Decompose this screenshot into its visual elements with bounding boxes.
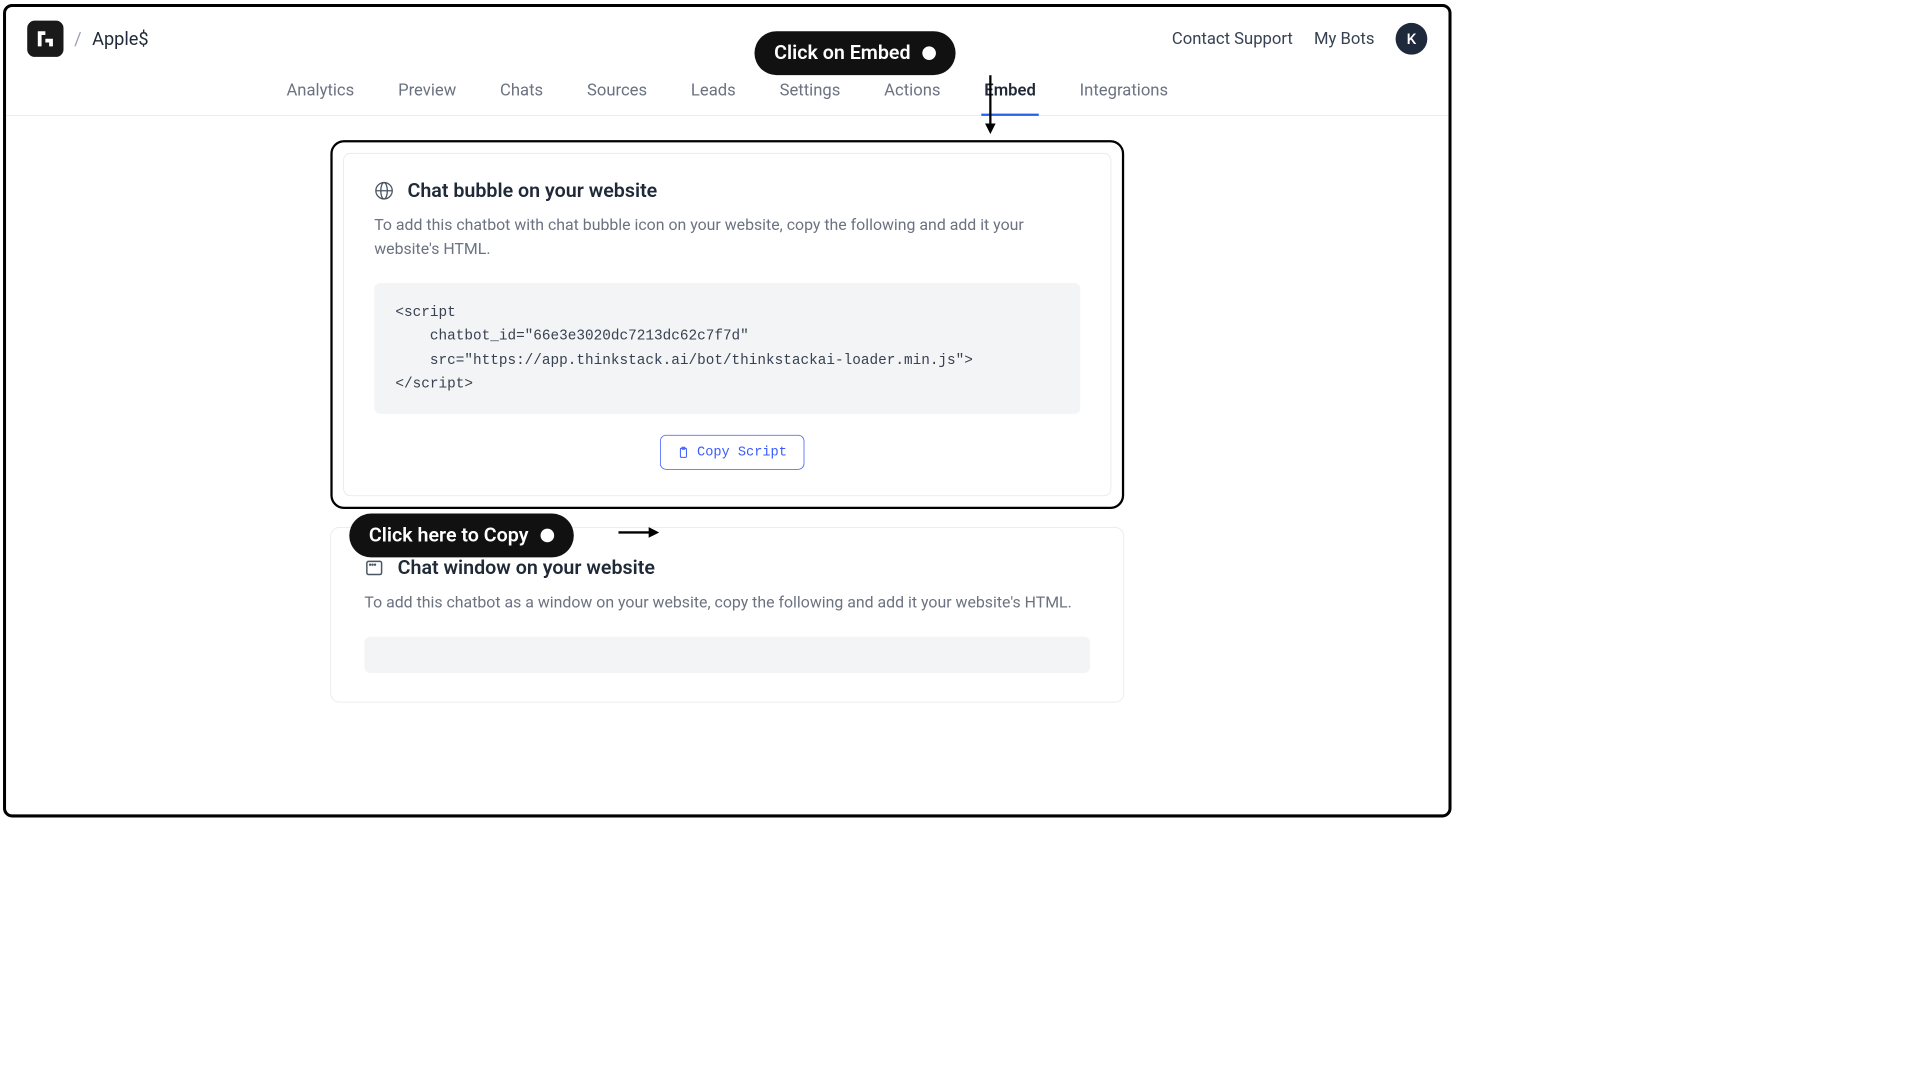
- tab-preview[interactable]: Preview: [395, 71, 459, 116]
- tab-sources[interactable]: Sources: [584, 71, 650, 116]
- header-left: / Apple$: [27, 21, 148, 57]
- code-snippet: <script chatbot_id="66e3e3020dc7213dc62c…: [374, 283, 1080, 414]
- card-title: Chat bubble on your website: [407, 179, 657, 202]
- copy-script-label: Copy Script: [697, 445, 787, 460]
- callout-copy: Click here to Copy: [349, 514, 574, 558]
- card-header: Chat window on your website: [364, 557, 1090, 580]
- tab-integrations[interactable]: Integrations: [1077, 71, 1171, 116]
- callout-dot: [923, 46, 937, 60]
- window-icon: [364, 558, 384, 578]
- card-description: To add this chatbot as a window on your …: [364, 592, 1090, 616]
- contact-support-link[interactable]: Contact Support: [1172, 29, 1293, 48]
- arrow-right-icon: [618, 525, 659, 540]
- code-snippet-placeholder: [364, 637, 1090, 673]
- callout-copy-text: Click here to Copy: [369, 524, 529, 547]
- copy-script-button[interactable]: Copy Script: [660, 435, 804, 470]
- tab-leads[interactable]: Leads: [688, 71, 739, 116]
- tab-actions[interactable]: Actions: [881, 71, 943, 116]
- content: Chat bubble on your website To add this …: [6, 116, 1448, 727]
- card-header: Chat bubble on your website: [374, 179, 1080, 202]
- card-description: To add this chatbot with chat bubble ico…: [374, 214, 1080, 262]
- logo[interactable]: [27, 21, 63, 57]
- globe-icon: [374, 181, 394, 201]
- tab-chats[interactable]: Chats: [497, 71, 546, 116]
- callout-embed-text: Click on Embed: [774, 42, 910, 65]
- tabs: Analytics Preview Chats Sources Leads Se…: [6, 71, 1448, 116]
- clipboard-icon: [677, 446, 689, 460]
- arrow-down-icon: [983, 75, 998, 134]
- logo-icon: [33, 27, 57, 51]
- callout-embed: Click on Embed: [754, 31, 955, 75]
- tab-settings[interactable]: Settings: [777, 71, 844, 116]
- header: / Apple$ Contact Support My Bots K: [6, 7, 1448, 71]
- callout-dot: [541, 529, 555, 543]
- bot-name[interactable]: Apple$: [92, 28, 148, 49]
- tab-analytics[interactable]: Analytics: [283, 71, 357, 116]
- avatar[interactable]: K: [1396, 23, 1428, 55]
- my-bots-link[interactable]: My Bots: [1314, 29, 1374, 48]
- embed-bubble-card: Chat bubble on your website To add this …: [330, 140, 1124, 509]
- breadcrumb-separator: /: [74, 28, 81, 49]
- header-right: Contact Support My Bots K: [1172, 23, 1427, 55]
- card-title: Chat window on your website: [398, 557, 655, 580]
